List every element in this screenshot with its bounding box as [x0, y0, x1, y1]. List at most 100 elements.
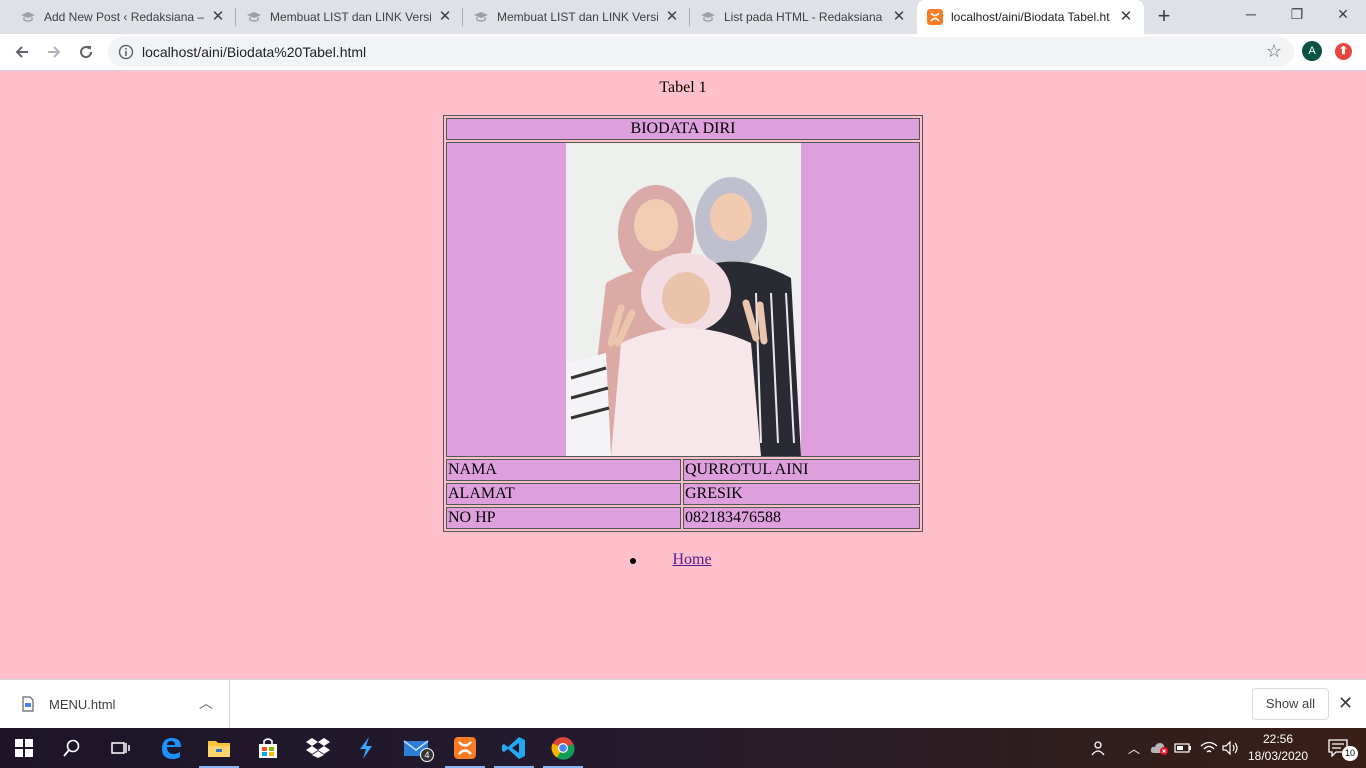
row-label: NO HP: [446, 507, 681, 529]
generic-page-icon: [20, 9, 36, 25]
taskbar-edge[interactable]: [147, 728, 195, 768]
taskbar-dropbox[interactable]: [294, 728, 342, 768]
chevron-up-icon[interactable]: ︿: [1124, 728, 1144, 768]
generic-page-icon: [473, 9, 489, 25]
tab-close-icon[interactable]: ✕: [664, 9, 680, 25]
search-button[interactable]: [48, 728, 96, 768]
bullet-icon: [630, 558, 637, 564]
generic-page-icon: [700, 9, 716, 25]
row-value: QURROTUL AINI: [683, 459, 920, 481]
browser-tab-3[interactable]: Membuat LIST dan LINK Versi ✕: [463, 0, 690, 34]
notification-badge: 10: [1342, 746, 1358, 761]
cloud-sync-icon[interactable]: [1148, 728, 1170, 768]
browser-tab-1[interactable]: Add New Post ‹ Redaksiana — ✕: [0, 0, 236, 34]
update-arrow-icon[interactable]: ⬆: [1335, 43, 1352, 60]
table-row: ALAMAT GRESIK: [446, 483, 920, 505]
url-text[interactable]: localhost/aini/Biodata%20Tabel.html: [142, 44, 366, 60]
vscode-icon: [502, 737, 525, 759]
new-tab-button[interactable]: +: [1152, 5, 1176, 29]
forward-button[interactable]: [40, 38, 68, 66]
search-icon: [63, 739, 80, 757]
xampp-icon: [927, 9, 943, 25]
tab-close-icon[interactable]: ✕: [891, 9, 907, 25]
table-header-cell: BIODATA DIRI: [446, 118, 920, 140]
minimize-icon[interactable]: ─: [1228, 0, 1274, 30]
tab-strip: Add New Post ‹ Redaksiana — ✕ Membuat LI…: [0, 0, 1366, 34]
browser-toolbar: localhost/aini/Biodata%20Tabel.html ☆ A …: [0, 34, 1366, 71]
tab-title: Membuat LIST dan LINK Versi: [497, 10, 658, 24]
tab-close-icon[interactable]: ✕: [210, 9, 226, 25]
list-item: Home: [630, 551, 712, 569]
download-file-name: MENU.html: [49, 697, 116, 712]
windows-logo-icon: [15, 739, 33, 757]
tab-title: localhost/aini/Biodata Tabel.ht: [951, 10, 1110, 24]
page-content: Tabel 1 BIODATA DIRI NAMA QURROTUL AINI …: [0, 71, 1366, 679]
tab-title: Membuat LIST dan LINK Versi: [270, 10, 431, 24]
bookmark-star-icon[interactable]: ☆: [1266, 41, 1282, 62]
download-bar: MENU.html ︿ Show all ✕: [0, 679, 1366, 728]
row-label: NAMA: [446, 459, 681, 481]
reload-button[interactable]: [72, 38, 100, 66]
back-arrow-icon: [15, 46, 28, 58]
store-icon: [259, 738, 277, 758]
table-row: NAMA QURROTUL AINI: [446, 459, 920, 481]
xampp-icon: [454, 737, 476, 759]
download-item[interactable]: MENU.html ︿: [0, 680, 230, 728]
photo-cell: [446, 142, 920, 457]
home-link[interactable]: Home: [672, 551, 711, 568]
biodata-table: BIODATA DIRI NAMA QURROTUL AINI ALAMAT G…: [443, 115, 923, 532]
row-value: 082183476588: [683, 507, 920, 529]
taskbar-mail[interactable]: 4: [392, 728, 440, 768]
volume-icon[interactable]: [1220, 728, 1242, 768]
link-list: Home: [0, 551, 1366, 569]
profile-avatar[interactable]: A: [1302, 41, 1322, 61]
people-icon[interactable]: [1088, 728, 1110, 768]
chevron-up-icon[interactable]: ︿: [199, 693, 213, 713]
generic-page-icon: [246, 9, 262, 25]
clock-time: 22:56: [1262, 732, 1294, 746]
system-clock[interactable]: 22:56 18/03/2020: [1244, 731, 1312, 765]
show-all-button[interactable]: Show all: [1252, 688, 1329, 720]
windows-taskbar: 4 ︿ 22:56 18/03/2020 10: [0, 728, 1366, 768]
forward-arrow-icon: [48, 46, 61, 58]
close-downloads-icon[interactable]: ✕: [1338, 693, 1353, 714]
browser-tab-active[interactable]: localhost/aini/Biodata Tabel.ht ✕: [917, 0, 1144, 34]
tab-title: List pada HTML - Redaksiana: [724, 10, 883, 24]
battery-icon[interactable]: [1172, 728, 1194, 768]
info-icon[interactable]: [118, 44, 134, 60]
notification-center-button[interactable]: 10: [1318, 728, 1358, 768]
task-view-icon: [111, 742, 130, 754]
table-caption: Tabel 1: [659, 79, 707, 96]
chrome-icon: [551, 737, 575, 760]
taskbar-file-explorer[interactable]: [195, 728, 243, 768]
folder-icon: [208, 741, 230, 757]
wifi-icon[interactable]: [1198, 728, 1220, 768]
row-value: GRESIK: [683, 483, 920, 505]
taskbar-vscode[interactable]: [490, 728, 538, 768]
table-row: NO HP 082183476588: [446, 507, 920, 529]
window-close-icon[interactable]: ✕: [1320, 0, 1366, 30]
file-icon: [22, 696, 34, 712]
tab-title: Add New Post ‹ Redaksiana —: [44, 10, 204, 24]
restore-icon[interactable]: ❐: [1274, 0, 1320, 30]
edge-icon: [162, 738, 181, 759]
taskbar-store[interactable]: [244, 728, 292, 768]
task-view-button[interactable]: [96, 728, 144, 768]
clock-date: 18/03/2020: [1247, 749, 1309, 763]
browser-tab-4[interactable]: List pada HTML - Redaksiana ✕: [690, 0, 917, 34]
address-bar[interactable]: localhost/aini/Biodata%20Tabel.html ☆: [108, 37, 1294, 67]
taskbar-chrome[interactable]: [539, 728, 587, 768]
dropbox-icon: [306, 738, 330, 758]
mail-badge: 4: [420, 748, 434, 762]
lightning-icon: [360, 737, 372, 759]
back-button[interactable]: [8, 38, 36, 66]
reload-icon: [80, 46, 93, 59]
tab-close-icon[interactable]: ✕: [1118, 9, 1134, 25]
tab-close-icon[interactable]: ✕: [437, 9, 453, 25]
browser-tab-2[interactable]: Membuat LIST dan LINK Versi ✕: [236, 0, 463, 34]
profile-photo: [565, 143, 801, 456]
row-label: ALAMAT: [446, 483, 681, 505]
taskbar-app-bolt[interactable]: [342, 728, 390, 768]
taskbar-xampp[interactable]: [441, 728, 489, 768]
windows-start-button[interactable]: [0, 728, 48, 768]
